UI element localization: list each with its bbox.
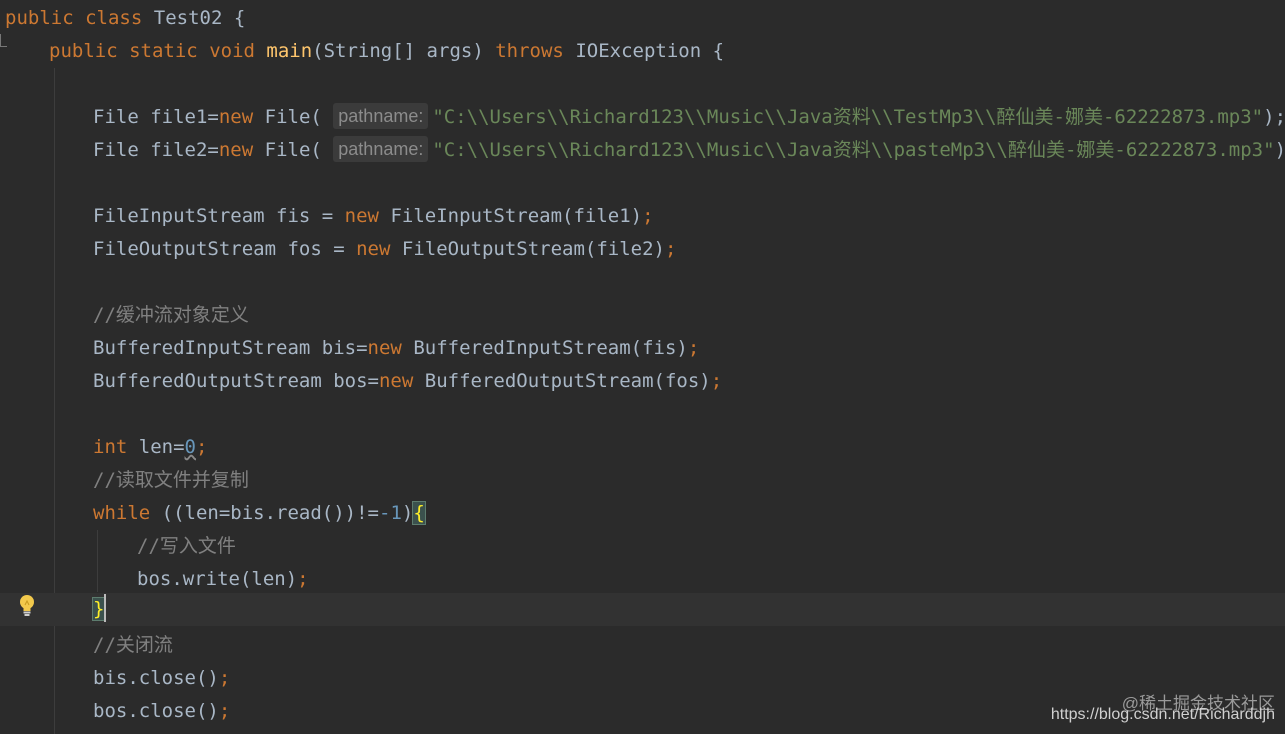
comment: //关闭流 (93, 634, 173, 656)
line-text: public class Test02 { (5, 2, 245, 35)
constructor-call: BufferedOutputStream(fos) (424, 370, 711, 392)
semicolon: ; (687, 337, 700, 359)
code-line[interactable]: FileInputStream fis = new FileInputStrea… (0, 200, 1285, 233)
keyword: class (85, 7, 143, 29)
declaration: File file1= (93, 106, 219, 128)
keyword: throws (495, 40, 564, 62)
brace: { (712, 40, 725, 62)
constructor-call: FileInputStream(file1) (390, 205, 643, 227)
keyword: new (344, 205, 379, 227)
code-line[interactable]: //关闭流 (0, 629, 1285, 662)
keyword: int (93, 436, 128, 458)
semicolon: ; (297, 568, 309, 590)
line-text: public static void main(String[] args) t… (49, 35, 724, 68)
brace: { (233, 7, 246, 29)
code-line[interactable]: public class Test02 { (0, 2, 1285, 35)
code-editor[interactable]: public class Test02 { public static void… (0, 0, 1285, 734)
code-line[interactable]: BufferedInputStream bis=new BufferedInpu… (0, 332, 1285, 365)
code-line[interactable]: bis.close(); (0, 662, 1285, 695)
method-call: bis.close() (93, 667, 219, 689)
line-text: BufferedInputStream bis=new BufferedInpu… (93, 332, 699, 365)
semicolon: ; (196, 436, 208, 458)
declaration: BufferedInputStream bis= (93, 337, 368, 359)
code-line[interactable]: //缓冲流对象定义 (0, 299, 1285, 332)
code-line[interactable]: //写入文件 (0, 530, 1285, 563)
keyword: public (49, 40, 118, 62)
method-name: main (266, 40, 313, 62)
constructor-call: BufferedInputStream(fis) (413, 337, 688, 359)
keyword: void (209, 40, 255, 62)
parameter-hint: pathname: (333, 102, 429, 129)
condition: ((len=bis.read())!= (161, 502, 379, 524)
semicolon: ; (665, 238, 677, 260)
string-literal: "C:\\Users\\Richard123\\Music\\Java资料\\p… (432, 139, 1275, 161)
text-caret (104, 593, 107, 622)
line-text: bos.close(); (93, 695, 230, 728)
semicolon: ; (218, 700, 231, 722)
string-literal: "C:\\Users\\Richard123\\Music\\Java资料\\T… (432, 106, 1264, 128)
line-text: while ((len=bis.read())!=-1){ (93, 497, 426, 530)
line-text: File file2=new File( pathname: "C:\\Users… (93, 134, 1285, 167)
matched-brace: } (91, 597, 106, 621)
code-line[interactable]: File file2=new File( pathname: "C:\\Users… (0, 134, 1285, 167)
line-text: FileInputStream fis = new FileInputStrea… (93, 200, 654, 233)
keyword: new (356, 238, 391, 260)
number-literal: 0 (184, 436, 196, 458)
parameter-hint: pathname: (333, 135, 429, 162)
line-text: bos.write(len); (137, 563, 309, 596)
statement-end: ); (1274, 139, 1285, 161)
current-code-line[interactable]: } (0, 593, 1285, 626)
code-line[interactable]: bos.write(len); (0, 563, 1285, 596)
constructor-call: File( (264, 139, 322, 161)
keyword: new (378, 370, 414, 392)
keyword: new (218, 106, 254, 128)
statement-end: ); (1263, 106, 1285, 128)
line-text: bis.close(); (93, 662, 230, 695)
parameters: (String[] args) (312, 40, 484, 62)
code-line[interactable]: BufferedOutputStream bos=new BufferedOut… (0, 365, 1285, 398)
number-literal: -1 (379, 502, 402, 524)
declaration: File file2= (93, 139, 219, 161)
keyword: public (5, 7, 74, 29)
semicolon: ; (642, 205, 654, 227)
code-line[interactable]: public static void main(String[] args) t… (0, 35, 1285, 68)
class-name: Test02 (153, 7, 223, 29)
code-line[interactable]: int len=0; (0, 431, 1285, 464)
keyword: static (129, 40, 198, 62)
line-text: FileOutputStream fos = new FileOutputStr… (93, 233, 676, 266)
line-text: File file1=new File( pathname: "C:\\Users… (93, 101, 1285, 134)
declaration: FileOutputStream fos = (93, 238, 357, 260)
line-text: int len=0; (93, 431, 207, 464)
line-text: BufferedOutputStream bos=new BufferedOut… (93, 365, 722, 398)
code-line[interactable]: while ((len=bis.read())!=-1){ (0, 497, 1285, 530)
code-line[interactable]: //读取文件并复制 (0, 464, 1285, 497)
comment: //写入文件 (137, 535, 236, 557)
keyword: new (218, 139, 254, 161)
comment: //读取文件并复制 (93, 469, 249, 491)
condition-end: ) (401, 502, 414, 524)
method-call: bos.write(len) (137, 568, 298, 590)
method-call: bos.close() (93, 700, 219, 722)
declaration: len= (138, 436, 185, 458)
comment: //缓冲流对象定义 (93, 304, 249, 326)
keyword: new (367, 337, 402, 359)
matched-brace: { (412, 501, 426, 525)
constructor-call: File( (264, 106, 322, 128)
code-line[interactable]: File file1=new File( pathname: "C:\\Users… (0, 101, 1285, 134)
semicolon: ; (218, 667, 231, 689)
keyword: while (93, 502, 151, 524)
code-line[interactable]: FileOutputStream fos = new FileOutputStr… (0, 233, 1285, 266)
declaration: BufferedOutputStream bos= (93, 370, 379, 392)
lightbulb-icon[interactable] (18, 593, 36, 619)
declaration: FileInputStream fis = (93, 205, 345, 227)
url-watermark: https://blog.csdn.net/Richarddjh (1050, 706, 1275, 723)
constructor-call: FileOutputStream(file2) (401, 238, 665, 260)
exception-type: IOException (575, 40, 702, 62)
line-text: } (91, 593, 107, 626)
semicolon: ; (710, 370, 723, 392)
